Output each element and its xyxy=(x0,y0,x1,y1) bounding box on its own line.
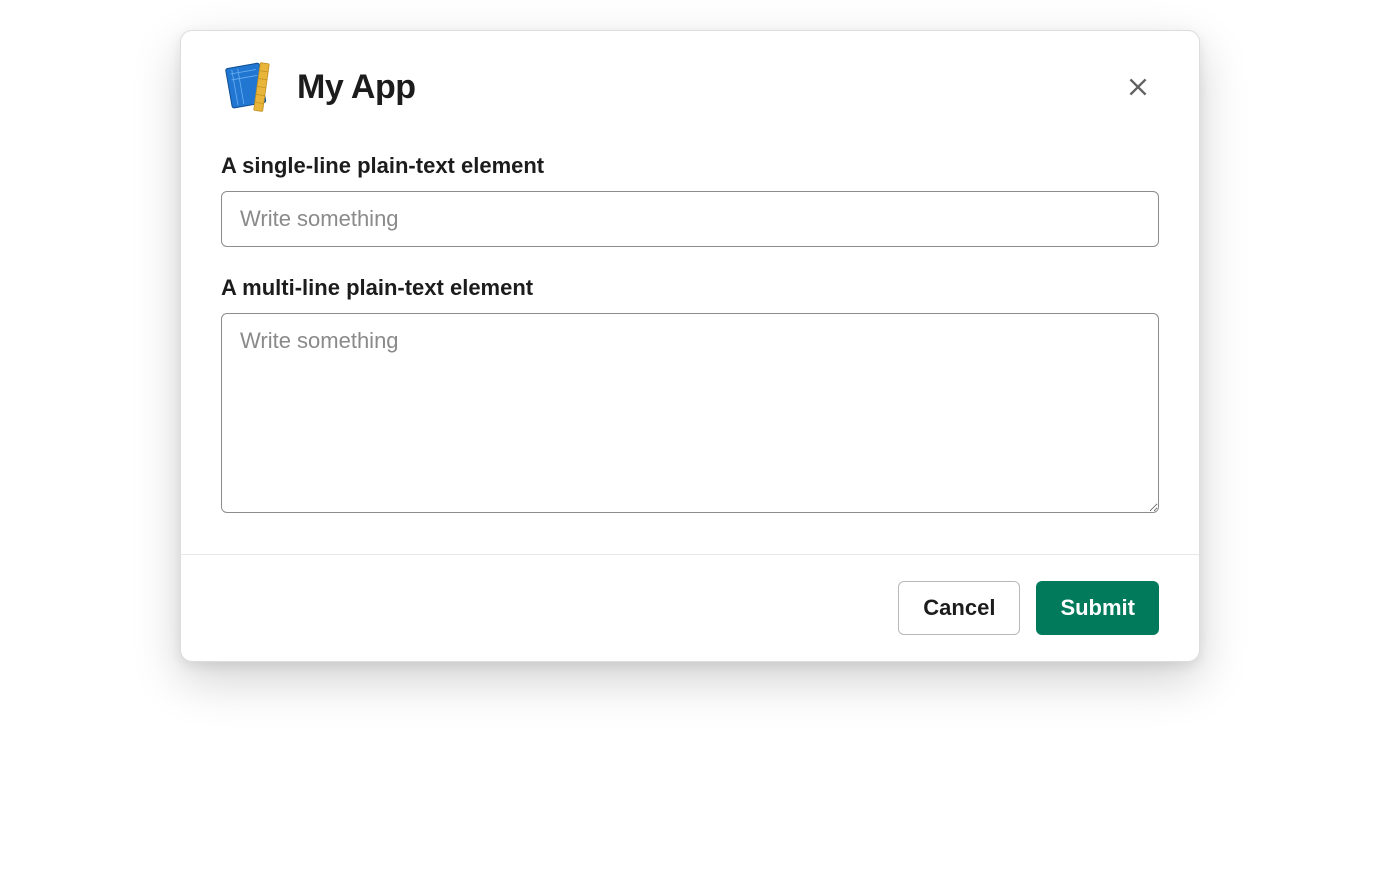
modal-body: A single-line plain-text element A multi… xyxy=(181,125,1199,554)
multi-line-input[interactable] xyxy=(221,313,1159,513)
modal-dialog: My App A single-line plain-text element … xyxy=(180,30,1200,662)
close-icon xyxy=(1125,74,1151,100)
single-line-field-group: A single-line plain-text element xyxy=(221,153,1159,247)
modal-footer: Cancel Submit xyxy=(181,554,1199,661)
multi-line-field-group: A multi-line plain-text element xyxy=(221,275,1159,518)
submit-button[interactable]: Submit xyxy=(1036,581,1159,635)
single-line-field-label: A single-line plain-text element xyxy=(221,153,1159,179)
cancel-button[interactable]: Cancel xyxy=(898,581,1020,635)
modal-header: My App xyxy=(181,31,1199,125)
app-icon xyxy=(221,59,277,115)
single-line-input[interactable] xyxy=(221,191,1159,247)
modal-title: My App xyxy=(297,68,1117,107)
close-button[interactable] xyxy=(1117,66,1159,108)
multi-line-field-label: A multi-line plain-text element xyxy=(221,275,1159,301)
